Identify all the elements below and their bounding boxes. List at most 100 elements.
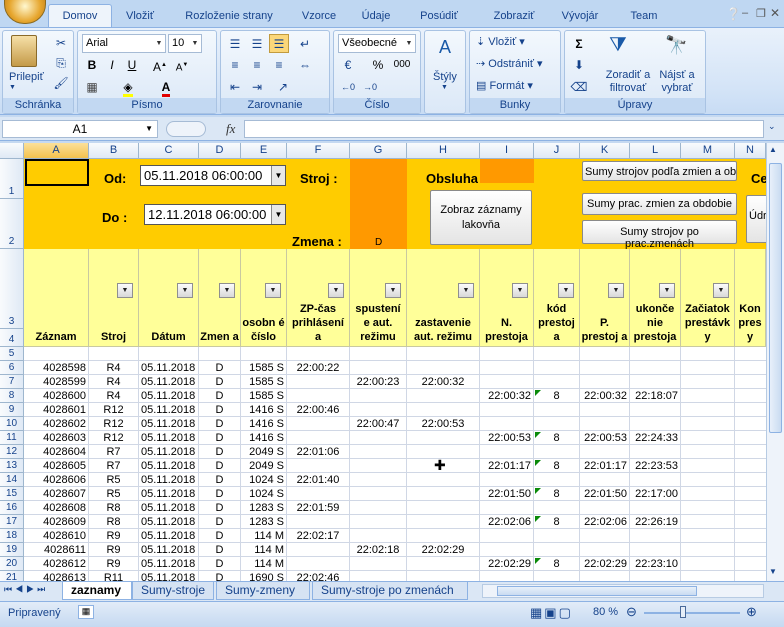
ribbon-tab-7[interactable]: Vývojár [556,7,604,28]
data-cell[interactable]: 22:00:46 [289,403,347,417]
data-cell[interactable]: R12 [91,403,136,417]
ribbon-tab-8[interactable]: Team [621,7,667,28]
increase-decimal-icon[interactable]: ←0 [338,77,358,96]
data-cell[interactable]: R11 [91,571,136,581]
scroll-up-icon[interactable]: ▲ [769,145,777,154]
decrease-indent-icon[interactable]: ⇤ [225,77,245,96]
data-cell[interactable]: 114 M [243,543,284,557]
data-cell[interactable]: 4028611 [26,543,86,557]
chevron-down-icon[interactable]: ▼ [271,166,285,185]
sumy-strojov-zmien-button[interactable]: Sumy strojov podľa zmien a obd [582,161,737,181]
column-header-J[interactable]: J [534,143,580,159]
vertical-scrollbar[interactable]: ▲ ▼ [766,143,784,581]
data-cell[interactable]: D [201,389,238,403]
data-cell[interactable]: D [201,417,238,431]
column-header-L[interactable]: L [630,143,681,159]
clear-icon[interactable]: ⌫ [569,77,589,96]
data-cell[interactable]: 4028609 [26,515,86,529]
data-cell[interactable]: R5 [91,487,136,501]
orientation-icon[interactable]: ↗ [273,77,293,96]
font-name-combo[interactable]: Arial ▼ [82,34,166,53]
data-cell[interactable]: 05.11.2018 [141,361,196,375]
data-cell[interactable]: 4028603 [26,431,86,445]
data-cell[interactable]: 4028601 [26,403,86,417]
data-cell[interactable]: 22:01:59 [289,501,347,515]
column-header-K[interactable]: K [580,143,630,159]
column-header-E[interactable]: E [241,143,287,159]
data-cell[interactable]: 22:02:06 [582,515,627,529]
filter-dropdown-icon[interactable]: ▼ [219,283,235,298]
data-cell[interactable]: R4 [91,361,136,375]
filter-dropdown-icon[interactable]: ▼ [458,283,474,298]
data-cell[interactable]: 1283 S [243,501,284,515]
filter-dropdown-icon[interactable]: ▼ [558,283,574,298]
wrap-text-icon[interactable]: ↵ [295,34,315,53]
row-header[interactable]: 1 [0,159,24,199]
column-header-G[interactable]: G [350,143,407,159]
macro-record-icon[interactable]: ▦ [78,605,94,619]
align-top-icon[interactable]: ☰ [225,34,245,53]
data-cell[interactable]: 22:02:29 [582,557,627,571]
data-cell[interactable]: 114 M [243,557,284,571]
data-cell[interactable]: 22:02:46 [289,571,347,581]
zoom-level[interactable]: 80 % [593,606,618,618]
data-cell[interactable]: 8 [536,487,577,501]
horizontal-scrollbar[interactable] [482,584,764,598]
row-header[interactable]: 3 [0,249,24,329]
data-cell[interactable]: R9 [91,543,136,557]
shrink-font-icon[interactable]: A▼ [172,55,192,74]
row-header[interactable]: 12 [0,445,24,459]
insert-button[interactable]: ⇣ Vložiť ▾ [476,35,525,48]
row-header[interactable]: 19 [0,543,24,557]
data-cell[interactable]: D [201,459,238,473]
fill-icon[interactable]: ⬇ [569,55,589,74]
data-cell[interactable]: D [201,403,238,417]
currency-icon[interactable]: € [338,55,358,74]
name-box[interactable]: A1 ▼ [2,120,158,138]
row-header[interactable]: 9 [0,403,24,417]
column-header-H[interactable]: H [407,143,480,159]
data-cell[interactable]: 1283 S [243,515,284,529]
find-select-button[interactable]: Nájsť a vybrať [655,69,699,95]
row-header[interactable]: 17 [0,515,24,529]
italic-button[interactable]: I [102,55,122,74]
data-cell[interactable]: 2049 S [243,445,284,459]
fx-icon[interactable]: fx [226,121,235,137]
data-cell[interactable]: 1585 S [243,389,284,403]
cut-icon[interactable]: ✂ [51,33,71,52]
data-cell[interactable]: 4028610 [26,529,86,543]
align-center-icon[interactable]: ≡ [247,55,267,74]
ribbon-tab-2[interactable]: Rozloženie strany [176,7,282,28]
data-cell[interactable]: 22:00:47 [352,417,404,431]
data-cell[interactable]: 22:01:50 [582,487,627,501]
percent-button[interactable]: % [368,55,388,74]
ribbon-tab-1[interactable]: Vložiť [118,7,162,28]
formula-bar-splitter[interactable] [166,121,206,137]
restore-icon[interactable]: ❐ [756,7,766,20]
filter-dropdown-icon[interactable]: ▼ [385,283,401,298]
data-cell[interactable]: D [201,529,238,543]
row-header[interactable]: 6 [0,361,24,375]
data-cell[interactable]: 22:00:23 [352,375,404,389]
row-header[interactable]: 2 [0,199,24,249]
decrease-decimal-icon[interactable]: →0 [360,77,380,96]
filter-dropdown-icon[interactable]: ▼ [608,283,624,298]
active-cell-a1[interactable] [25,159,89,186]
close-icon[interactable]: ✕ [770,6,780,20]
delete-button[interactable]: ⇢ Odstrániť ▾ [476,57,543,70]
column-header-D[interactable]: D [199,143,241,159]
align-bottom-icon[interactable]: ☰ [269,34,289,53]
data-cell[interactable]: R12 [91,417,136,431]
align-left-icon[interactable]: ≡ [225,55,245,74]
styles-dropdown-icon[interactable]: ▼ [441,84,448,91]
zoom-slider[interactable] [644,612,740,614]
data-cell[interactable]: D [201,543,238,557]
data-cell[interactable]: 22:23:53 [632,459,678,473]
sheet-tab-0[interactable]: zaznamy [62,582,132,600]
data-cell[interactable]: D [201,571,238,581]
data-cell[interactable]: 22:00:53 [482,431,531,445]
data-cell[interactable]: D [201,431,238,445]
data-cell[interactable]: 22:02:17 [289,529,347,543]
hscroll-thumb[interactable] [497,586,697,596]
od-date-combo[interactable]: 05.11.2018 06:00:00 ▼ [140,165,286,186]
